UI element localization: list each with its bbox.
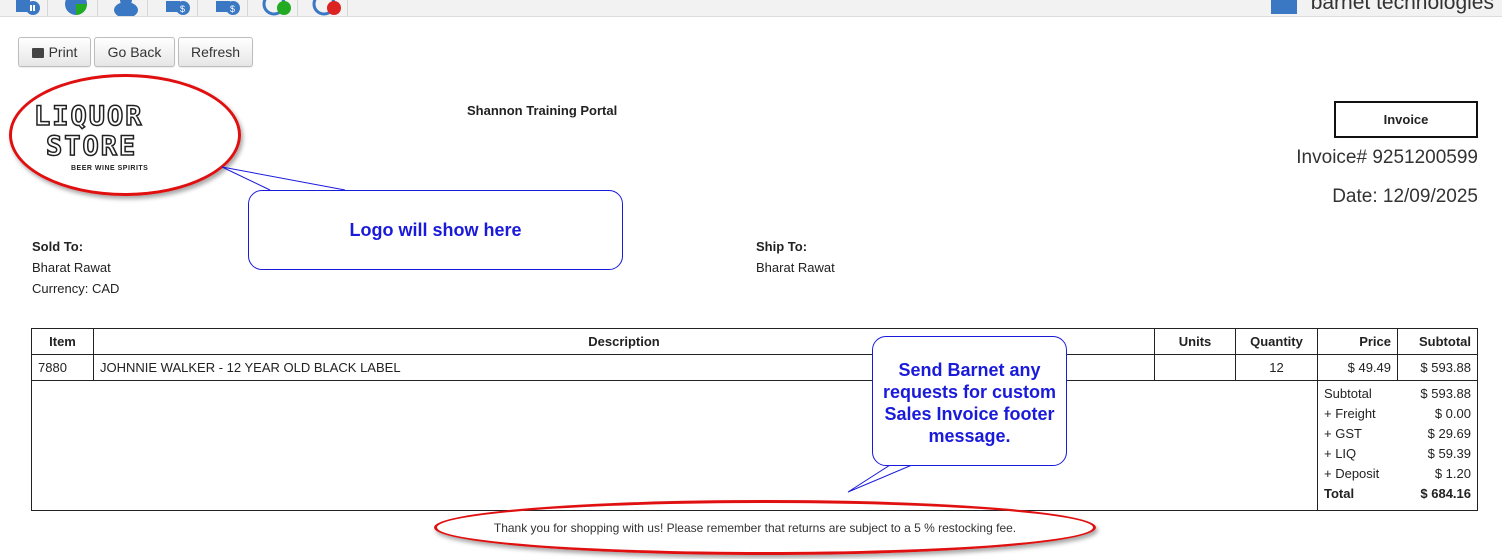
footer-annotation-ellipse xyxy=(434,500,1096,555)
total-line-freight: + Freight $ 0.00 xyxy=(1324,404,1471,424)
col-item: Item xyxy=(31,328,94,355)
invoice-number: Invoice# 9251200599 xyxy=(1296,147,1478,168)
ship-to-block: Ship To: Bharat Rawat xyxy=(756,236,835,278)
total-line-total: Total $ 684.16 xyxy=(1324,484,1471,504)
totals-spacer xyxy=(31,380,1318,511)
total-label: + GST xyxy=(1324,426,1362,441)
col-units: Units xyxy=(1154,328,1236,355)
total-line-subtotal: Subtotal $ 593.88 xyxy=(1324,384,1471,404)
footer-callout: Send Barnet any requests for custom Sale… xyxy=(872,336,1067,466)
total-value: $ 684.16 xyxy=(1420,486,1471,501)
total-value: $ 593.88 xyxy=(1420,386,1471,401)
table-header-row: Item Description Units Quantity Price Su… xyxy=(31,328,1478,355)
total-label: + LIQ xyxy=(1324,446,1357,461)
sold-to-currency: Currency: CAD xyxy=(32,281,120,296)
company-name: Shannon Training Portal xyxy=(467,103,618,118)
total-value: $ 0.00 xyxy=(1434,406,1471,421)
ship-to-heading: Ship To: xyxy=(756,239,808,254)
logo-callout-text: Logo will show here xyxy=(349,220,522,240)
total-label: + Deposit xyxy=(1324,466,1380,481)
total-value: $ 59.39 xyxy=(1427,446,1471,461)
total-label: + Freight xyxy=(1324,406,1376,421)
totals-row: Subtotal $ 593.88 + Freight $ 0.00 + GST $ … xyxy=(31,380,1478,511)
total-line-liq: + LIQ $ 59.39 xyxy=(1324,444,1471,464)
total-label: Subtotal xyxy=(1324,386,1372,401)
total-label: Total xyxy=(1324,486,1355,501)
sold-to-block: Sold To: Bharat Rawat Currency: CAD xyxy=(32,236,119,299)
ship-to-name: Bharat Rawat xyxy=(756,260,835,275)
invoice-date: Date: 12/09/2025 xyxy=(1332,186,1478,207)
total-value: $ 29.69 xyxy=(1427,426,1471,441)
logo-callout: Logo will show here xyxy=(248,190,623,270)
row-quantity: 12 xyxy=(1235,354,1318,381)
row-item: 7880 xyxy=(31,354,94,381)
invoice-label-box: Invoice xyxy=(1334,101,1478,138)
invoice-table: Item Description Units Quantity Price Su… xyxy=(31,328,1478,511)
row-price: $ 49.49 xyxy=(1317,354,1398,381)
row-subtotal: $ 593.88 xyxy=(1397,354,1478,381)
row-units xyxy=(1154,354,1236,381)
table-row: 7880 JOHNNIE WALKER - 12 YEAR OLD BLACK … xyxy=(31,354,1478,381)
totals-block: Subtotal $ 593.88 + Freight $ 0.00 + GST $ … xyxy=(1317,380,1478,511)
sold-to-name: Bharat Rawat xyxy=(32,260,111,275)
col-price: Price xyxy=(1317,328,1398,355)
total-value: $ 1.20 xyxy=(1434,466,1471,481)
sold-to-heading: Sold To: xyxy=(32,239,84,254)
total-line-deposit: + Deposit $ 1.20 xyxy=(1324,464,1471,484)
col-subtotal: Subtotal xyxy=(1397,328,1478,355)
col-quantity: Quantity xyxy=(1235,328,1318,355)
total-line-gst: + GST $ 29.69 xyxy=(1324,424,1471,444)
footer-callout-text: Send Barnet any requests for custom Sale… xyxy=(882,360,1057,446)
